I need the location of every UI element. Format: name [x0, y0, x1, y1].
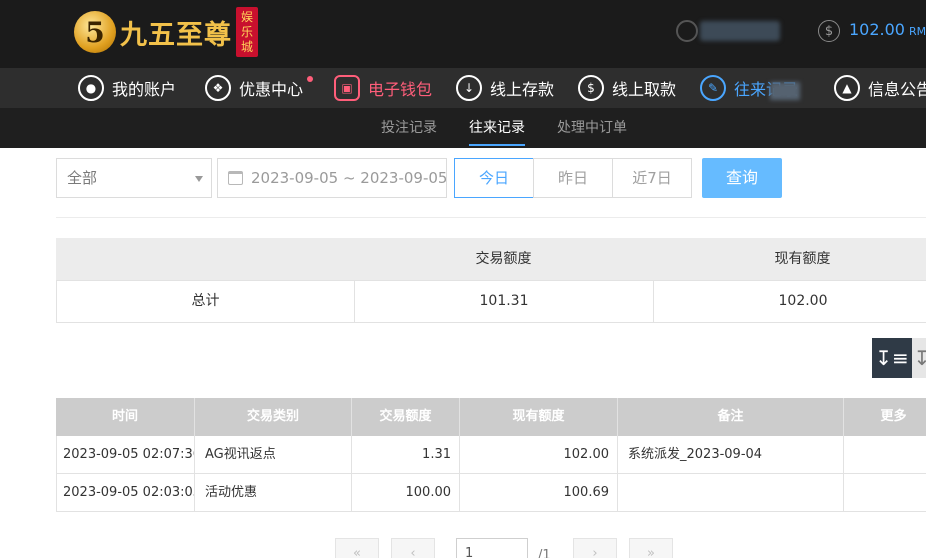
cell-amount: 1.31 — [352, 436, 460, 473]
range-today-button[interactable]: 今日 — [454, 158, 534, 198]
column-header-remark: 备注 — [618, 398, 844, 436]
next-page-button[interactable]: › — [573, 538, 617, 558]
records-header: 时间 交易类别 交易额度 现有额度 备注 更多 — [56, 398, 926, 436]
page-select[interactable]: 1 — [456, 538, 528, 558]
column-header-amount: 交易额度 — [352, 398, 460, 436]
column-header-time: 时间 — [56, 398, 195, 436]
tab-pending-orders[interactable]: 处理中订单 — [557, 108, 627, 148]
summary-header: 交易额度 现有额度 — [56, 238, 926, 280]
chevron-down-icon — [195, 176, 203, 182]
logo-mark: 5 — [74, 11, 116, 53]
redaction-blur — [770, 82, 800, 100]
logo-badge-char: 城 — [240, 39, 253, 54]
summary-header-cell: 现有额度 — [774, 251, 831, 267]
cell-type: 活动优惠 — [195, 474, 352, 511]
cell-remark: 系统派发_2023-09-04 — [618, 436, 844, 473]
summary-current-amount: 102.00 — [654, 281, 926, 322]
last-page-button[interactable]: » — [629, 538, 673, 558]
sort-descending-icon[interactable]: ↧≡ — [872, 338, 912, 378]
user-avatar-icon[interactable] — [676, 20, 698, 42]
username-redacted — [700, 21, 780, 41]
withdraw-icon: $ — [578, 75, 604, 101]
logo[interactable]: 5 九五至尊 娱 乐 城 — [74, 6, 258, 58]
balance-amount: 102.00 — [849, 20, 905, 39]
summary-header-cell — [56, 238, 354, 280]
range-yesterday-button[interactable]: 昨日 — [533, 158, 613, 198]
deposit-icon: ↓ — [456, 75, 482, 101]
nav-item-label: 线上取款 — [612, 80, 677, 99]
date-range-input[interactable]: 2023-09-05 ~ 2023-09-05 — [217, 158, 447, 198]
sub-nav: 投注记录 往来记录 处理中订单 — [0, 108, 926, 148]
nav-item-deposit[interactable]: ↓ 线上存款 — [456, 68, 554, 108]
tab-bet-records[interactable]: 投注记录 — [381, 108, 437, 148]
summary-trade-amount: 101.31 — [355, 281, 654, 322]
wallet-icon: ▣ — [334, 75, 360, 101]
table-row: 2023-09-05 02:07:36 AG视讯返点 1.31 102.00 系… — [56, 436, 926, 474]
nav-item-label: 线上存款 — [490, 80, 555, 99]
cell-more[interactable] — [844, 474, 926, 511]
nav-item-announcements[interactable]: ▲ 信息公告 — [834, 68, 926, 108]
top-header: 5 九五至尊 娱 乐 城 $ 102.00RMB — [0, 0, 926, 68]
balance-display: 102.00RMB — [849, 20, 926, 39]
summary-header-cell: 交易额度 — [475, 251, 532, 267]
logo-badge-char: 乐 — [240, 24, 253, 39]
summary-row: 总计 101.31 102.00 — [56, 280, 926, 323]
nav-item-withdraw[interactable]: $ 线上取款 — [578, 68, 676, 108]
page: 5 九五至尊 娱 乐 城 $ 102.00RMB ● 我的账户 ❖ 优惠中心 ▣… — [0, 0, 926, 558]
logo-badge: 娱 乐 城 — [236, 7, 258, 57]
page-select-value: 1 — [465, 546, 474, 558]
date-range-value: 2023-09-05 ~ 2023-09-05 — [251, 169, 447, 187]
cell-balance: 100.69 — [460, 474, 618, 511]
column-header-type: 交易类别 — [195, 398, 352, 436]
cell-time: 2023-09-05 02:03:05 — [57, 474, 195, 511]
nav-item-e-wallet[interactable]: ▣ 电子钱包 — [334, 68, 432, 108]
nav-item-label: 我的账户 — [112, 80, 177, 99]
cell-type: AG视讯返点 — [195, 436, 352, 473]
first-page-button[interactable]: « — [335, 538, 379, 558]
nav-item-label: 信息公告 — [868, 80, 926, 99]
calendar-icon — [228, 171, 243, 185]
user-icon: ● — [78, 75, 104, 101]
balance-currency: RMB — [908, 25, 926, 38]
gift-icon: ❖ — [205, 75, 231, 101]
page-total: /1 — [538, 548, 551, 558]
type-select[interactable]: 全部 — [56, 158, 212, 198]
type-select-value: 全部 — [67, 169, 98, 187]
query-button[interactable]: 查询 — [702, 158, 782, 198]
logo-badge-char: 娱 — [240, 9, 253, 24]
cell-amount: 100.00 — [352, 474, 460, 511]
divider — [56, 217, 926, 218]
records-icon: ✎ — [700, 75, 726, 101]
table-row: 2023-09-05 02:03:05 活动优惠 100.00 100.69 — [56, 474, 926, 512]
column-header-more: 更多 — [844, 398, 926, 436]
summary-label: 总计 — [57, 281, 355, 322]
logo-text: 九五至尊 — [120, 19, 232, 51]
sort-ascending-icon[interactable]: ↧ — [912, 338, 926, 378]
nav-item-label: 电子钱包 — [368, 80, 433, 99]
cell-more[interactable] — [844, 436, 926, 473]
dollar-icon: $ — [818, 20, 840, 42]
tab-transaction-records[interactable]: 往来记录 — [469, 108, 525, 148]
column-header-balance: 现有额度 — [460, 398, 618, 436]
range-7days-button[interactable]: 近7日 — [612, 158, 692, 198]
notification-dot — [307, 76, 314, 82]
nav-item-label: 优惠中心 — [239, 80, 304, 99]
prev-page-button[interactable]: ‹ — [391, 538, 435, 558]
nav-item-promotions[interactable]: ❖ 优惠中心 — [205, 68, 314, 108]
nav-item-my-account[interactable]: ● 我的账户 — [78, 68, 176, 108]
bell-icon: ▲ — [834, 75, 860, 101]
cell-remark — [618, 474, 844, 511]
cell-time: 2023-09-05 02:07:36 — [57, 436, 195, 473]
cell-balance: 102.00 — [460, 436, 618, 473]
